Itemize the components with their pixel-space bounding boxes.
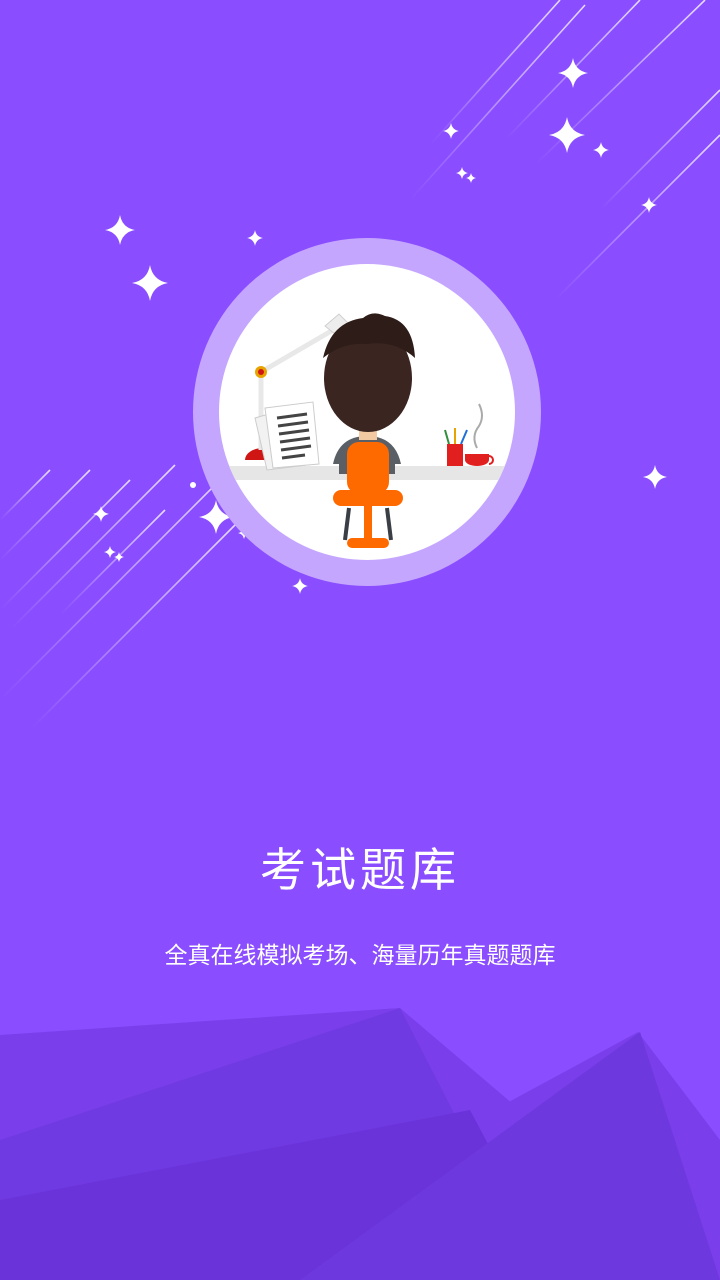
student-at-desk-illustration <box>193 238 541 586</box>
app-title: 考试题库 <box>260 843 460 897</box>
background-decoration <box>0 0 720 1280</box>
mountain-background <box>0 1008 720 1280</box>
app-subtitle: 全真在线模拟考场、海量历年真题题库 <box>164 943 556 969</box>
splash-screen: 考试题库 全真在线模拟考场、海量历年真题题库 <box>0 0 720 1280</box>
